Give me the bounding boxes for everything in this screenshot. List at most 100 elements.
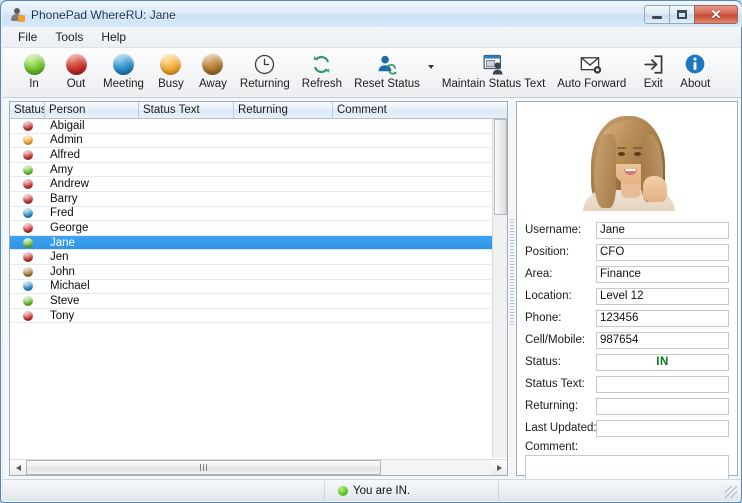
field-value[interactable]: 123456 <box>596 309 729 327</box>
field-label: Position: <box>525 246 570 258</box>
toolbar-button-auto-forward[interactable]: Auto Forward <box>551 48 632 90</box>
toolbar-button-maintain-status-text[interactable]: Maintain Status Text <box>436 48 551 90</box>
field-value[interactable] <box>596 419 729 437</box>
field-value[interactable] <box>596 375 729 393</box>
table-row[interactable]: Amy <box>10 163 507 178</box>
detail-fields: Username: Jane Position: CFO Area: Finance Loc… <box>525 220 729 438</box>
cell-person: Fred <box>50 207 74 220</box>
status-dot-icon <box>10 149 45 160</box>
list-column-headers: Status Person Status Text Returning Comm… <box>10 102 507 119</box>
column-header-status-text[interactable]: Status Text <box>139 102 234 118</box>
status-dot-icon <box>10 164 45 175</box>
field-value[interactable]: Jane <box>596 221 729 239</box>
status-dot-icon <box>10 266 45 277</box>
horizontal-scroll-thumb[interactable] <box>26 460 381 475</box>
column-header-comment[interactable]: Comment <box>333 102 507 118</box>
statusbar-left-cell <box>3 480 325 501</box>
toolbar-label-auto-forward: Auto Forward <box>557 78 627 90</box>
field-value[interactable]: 987654 <box>596 331 729 349</box>
statusbar-status-cell: You are IN. <box>325 480 499 501</box>
table-row[interactable]: Jane <box>10 235 507 251</box>
table-row[interactable]: Michael <box>10 280 507 295</box>
field-label: Status Text: <box>525 378 585 390</box>
table-row[interactable]: Barry <box>10 192 507 207</box>
detail-field-row: Cell/Mobile: 987654 <box>525 330 729 350</box>
scroll-right-arrow-icon[interactable] <box>491 460 507 475</box>
status-dot-icon <box>10 120 45 131</box>
toolbar-button-exit[interactable]: Exit <box>632 48 674 90</box>
toolbar-button-busy[interactable]: Busy <box>150 48 192 90</box>
status-dot-icon <box>10 237 45 248</box>
list-vertical-scrollbar[interactable] <box>492 119 507 458</box>
detail-field-row: Status Text: <box>525 374 729 394</box>
green-dot-icon <box>338 485 348 496</box>
column-header-status[interactable]: Status <box>10 102 45 118</box>
field-label: Area: <box>525 268 553 280</box>
field-label: Username: <box>525 224 582 236</box>
table-row[interactable]: Fred <box>10 207 507 222</box>
chevron-down-icon[interactable] <box>426 65 436 69</box>
toolbar-button-meeting[interactable]: Meeting <box>97 48 150 90</box>
table-row[interactable]: Tony <box>10 309 507 324</box>
toolbar-button-away[interactable]: Away <box>192 48 234 90</box>
minimize-icon <box>652 16 662 19</box>
table-row[interactable]: Andrew <box>10 177 507 192</box>
toolbar-button-in[interactable]: In <box>13 48 55 90</box>
close-icon: ✕ <box>710 7 722 22</box>
list-horizontal-scrollbar[interactable] <box>10 459 507 475</box>
scroll-left-arrow-icon[interactable] <box>10 460 26 475</box>
status-dot-icon <box>10 135 45 146</box>
titlebar[interactable]: PhonePad WhereRU: Jane ✕ <box>2 2 742 27</box>
menu-file[interactable]: File <box>9 28 46 46</box>
toolbar-button-out[interactable]: Out <box>55 48 97 90</box>
cell-person: Amy <box>50 163 73 176</box>
table-row[interactable]: Abigail <box>10 119 507 134</box>
cell-person: George <box>50 221 89 234</box>
field-value[interactable] <box>596 397 729 415</box>
table-row[interactable]: George <box>10 221 507 236</box>
clock-icon <box>250 51 280 77</box>
table-row[interactable]: Steve <box>10 294 507 309</box>
window-frame: PhonePad WhereRU: Jane ✕ File Tools Help <box>0 0 742 503</box>
detail-field-row: Returning: <box>525 396 729 416</box>
toolbar-label-in: In <box>29 78 39 90</box>
field-value[interactable]: IN <box>596 353 729 371</box>
minimize-button[interactable] <box>644 5 670 24</box>
app-person-icon <box>9 7 25 23</box>
panel-splitter[interactable] <box>508 101 515 476</box>
toolbar-button-reset-status[interactable]: Reset Status <box>348 48 426 90</box>
maximize-button[interactable] <box>669 5 695 24</box>
field-label: Location: <box>525 290 572 302</box>
window-title: PhonePad WhereRU: Jane <box>31 7 176 22</box>
table-row[interactable]: Alfred <box>10 148 507 163</box>
window-buttons: ✕ <box>644 5 738 24</box>
status-dot-icon <box>10 208 45 219</box>
column-header-person[interactable]: Person <box>45 102 139 118</box>
cell-person: Jen <box>50 251 69 264</box>
toolbar-label-maintain-status-text: Maintain Status Text <box>441 78 546 90</box>
toolbar-label-returning: Returning <box>239 78 290 90</box>
toolbar-button-refresh[interactable]: Refresh <box>296 48 348 90</box>
toolbar-button-about[interactable]: About <box>674 48 716 90</box>
field-value[interactable]: CFO <box>596 243 729 261</box>
field-label: Cell/Mobile: <box>525 334 586 346</box>
blue-dot-icon <box>108 51 138 77</box>
toolbar-label-reset-status: Reset Status <box>354 78 420 90</box>
horizontal-scroll-track[interactable] <box>26 460 491 475</box>
table-row[interactable]: Jen <box>10 250 507 265</box>
close-button[interactable]: ✕ <box>694 5 738 24</box>
column-header-returning[interactable]: Returning <box>234 102 333 118</box>
cell-person: John <box>50 265 75 278</box>
table-row[interactable]: Admin <box>10 134 507 149</box>
resize-grip-icon[interactable] <box>725 486 737 498</box>
status-dot-icon <box>10 193 45 204</box>
table-row[interactable]: John <box>10 265 507 280</box>
field-value[interactable]: Finance <box>596 265 729 283</box>
list-vertical-scroll-thumb[interactable] <box>494 119 507 215</box>
statusbar-message: You are IN. <box>353 484 411 497</box>
field-value[interactable]: Level 12 <box>596 287 729 305</box>
menu-tools[interactable]: Tools <box>46 28 92 46</box>
menu-help[interactable]: Help <box>92 28 135 46</box>
red-dot-icon <box>61 51 91 77</box>
toolbar-button-returning[interactable]: Returning <box>234 48 296 90</box>
